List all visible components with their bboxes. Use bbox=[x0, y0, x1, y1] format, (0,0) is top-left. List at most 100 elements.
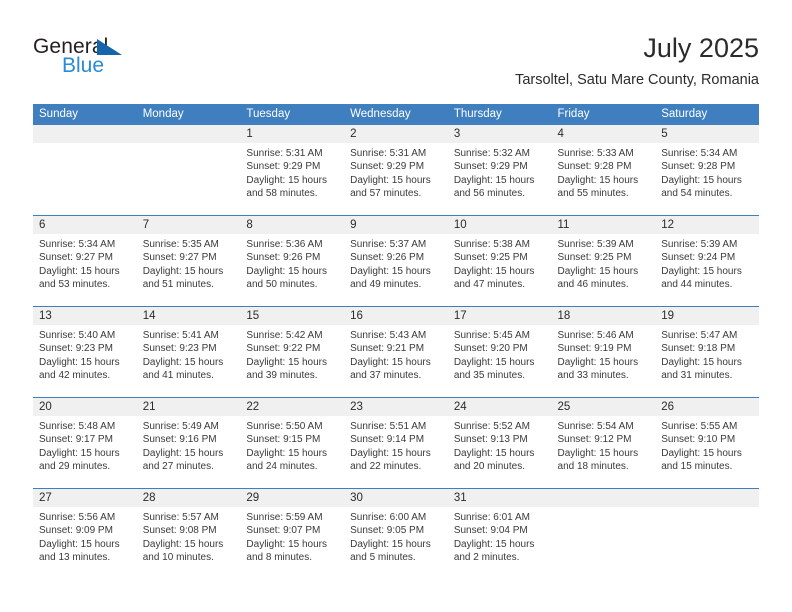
daylight-text-line1: Daylight: 15 hours bbox=[246, 447, 328, 459]
title-block: July 2025 Tarsoltel, Satu Mare County, R… bbox=[515, 32, 759, 90]
day-details: Sunrise: 5:55 AM Sunset: 9:10 PM Dayligh… bbox=[655, 416, 759, 488]
general-blue-logo[interactable]: General Blue bbox=[33, 36, 233, 84]
calendar-body: 1 Sunrise: 5:31 AM Sunset: 9:29 PM Dayli… bbox=[33, 125, 759, 579]
day-cell[interactable]: 30 Sunrise: 6:00 AM Sunset: 9:05 PM Dayl… bbox=[344, 488, 448, 579]
daylight-text-line2: and 53 minutes. bbox=[39, 278, 111, 290]
day-cell[interactable]: 27 Sunrise: 5:56 AM Sunset: 9:09 PM Dayl… bbox=[33, 488, 137, 579]
day-cell[interactable]: 17 Sunrise: 5:45 AM Sunset: 9:20 PM Dayl… bbox=[447, 306, 552, 398]
day-cell[interactable]: 19 Sunrise: 5:47 AM Sunset: 9:18 PM Dayl… bbox=[655, 306, 759, 398]
day-cell[interactable]: 22 Sunrise: 5:50 AM Sunset: 9:15 PM Dayl… bbox=[240, 397, 345, 489]
day-details: Sunrise: 5:31 AM Sunset: 9:29 PM Dayligh… bbox=[240, 143, 344, 215]
daylight-text-line2: and 5 minutes. bbox=[350, 551, 416, 563]
day-number: 5 bbox=[655, 125, 759, 143]
sunrise-text: Sunrise: 5:43 AM bbox=[350, 330, 427, 341]
sunset-text: Sunset: 9:24 PM bbox=[661, 252, 736, 264]
day-cell[interactable]: 11 Sunrise: 5:39 AM Sunset: 9:25 PM Dayl… bbox=[551, 215, 656, 307]
day-details: Sunrise: 5:36 AM Sunset: 9:26 PM Dayligh… bbox=[240, 234, 344, 306]
sunrise-text: Sunrise: 5:59 AM bbox=[246, 512, 323, 523]
day-details: Sunrise: 5:39 AM Sunset: 9:24 PM Dayligh… bbox=[655, 234, 759, 306]
day-cell[interactable]: 7 Sunrise: 5:35 AM Sunset: 9:27 PM Dayli… bbox=[136, 215, 241, 307]
day-number bbox=[655, 489, 759, 507]
sunrise-text: Sunrise: 5:39 AM bbox=[661, 239, 738, 250]
day-cell[interactable]: 1 Sunrise: 5:31 AM Sunset: 9:29 PM Dayli… bbox=[240, 125, 345, 216]
day-cell[interactable]: 29 Sunrise: 5:59 AM Sunset: 9:07 PM Dayl… bbox=[240, 488, 345, 579]
day-cell[interactable]: 21 Sunrise: 5:49 AM Sunset: 9:16 PM Dayl… bbox=[136, 397, 241, 489]
day-details: Sunrise: 5:46 AM Sunset: 9:19 PM Dayligh… bbox=[552, 325, 656, 397]
day-cell[interactable]: 18 Sunrise: 5:46 AM Sunset: 9:19 PM Dayl… bbox=[551, 306, 656, 398]
day-cell[interactable]: 2 Sunrise: 5:31 AM Sunset: 9:29 PM Dayli… bbox=[344, 125, 448, 216]
day-cell[interactable]: 12 Sunrise: 5:39 AM Sunset: 9:24 PM Dayl… bbox=[655, 215, 759, 307]
daylight-text-line1: Daylight: 15 hours bbox=[661, 356, 742, 368]
day-details: Sunrise: 5:32 AM Sunset: 9:29 PM Dayligh… bbox=[448, 143, 552, 215]
day-cell[interactable]: 8 Sunrise: 5:36 AM Sunset: 9:26 PM Dayli… bbox=[240, 215, 345, 307]
daylight-text-line1: Daylight: 15 hours bbox=[39, 538, 120, 550]
daylight-text-line1: Daylight: 15 hours bbox=[557, 356, 639, 368]
day-details: Sunrise: 5:59 AM Sunset: 9:07 PM Dayligh… bbox=[240, 507, 344, 579]
calendar-week-row: 20 Sunrise: 5:48 AM Sunset: 9:17 PM Dayl… bbox=[33, 397, 759, 489]
day-cell[interactable]: 16 Sunrise: 5:43 AM Sunset: 9:21 PM Dayl… bbox=[344, 306, 448, 398]
day-cell[interactable]: 28 Sunrise: 5:57 AM Sunset: 9:08 PM Dayl… bbox=[136, 488, 241, 579]
day-details: Sunrise: 5:35 AM Sunset: 9:27 PM Dayligh… bbox=[137, 234, 241, 306]
day-cell-empty bbox=[136, 125, 241, 216]
day-number: 30 bbox=[344, 489, 448, 507]
sunrise-text: Sunrise: 5:34 AM bbox=[39, 239, 116, 250]
day-number: 25 bbox=[551, 398, 656, 416]
day-cell[interactable]: 6 Sunrise: 5:34 AM Sunset: 9:27 PM Dayli… bbox=[33, 215, 137, 307]
daylight-text-line1: Daylight: 15 hours bbox=[453, 174, 535, 186]
sunset-text: Sunset: 9:07 PM bbox=[246, 525, 321, 537]
sunset-text: Sunset: 9:05 PM bbox=[350, 525, 425, 537]
daylight-text-line1: Daylight: 15 hours bbox=[39, 356, 120, 368]
day-details: Sunrise: 5:52 AM Sunset: 9:13 PM Dayligh… bbox=[448, 416, 552, 488]
day-cell[interactable]: 26 Sunrise: 5:55 AM Sunset: 9:10 PM Dayl… bbox=[655, 397, 759, 489]
sunset-text: Sunset: 9:25 PM bbox=[557, 252, 632, 264]
day-cell[interactable]: 13 Sunrise: 5:40 AM Sunset: 9:23 PM Dayl… bbox=[33, 306, 137, 398]
sunrise-text: Sunrise: 5:45 AM bbox=[453, 330, 530, 341]
sunrise-text: Sunrise: 5:50 AM bbox=[246, 421, 323, 432]
weekday-header-monday: Monday bbox=[136, 104, 241, 125]
day-details: Sunrise: 5:57 AM Sunset: 9:08 PM Dayligh… bbox=[137, 507, 241, 579]
calendar-week-row: 6 Sunrise: 5:34 AM Sunset: 9:27 PM Dayli… bbox=[33, 215, 759, 307]
day-cell[interactable]: 31 Sunrise: 6:01 AM Sunset: 9:04 PM Dayl… bbox=[447, 488, 552, 579]
sunset-text: Sunset: 9:15 PM bbox=[246, 434, 321, 446]
calendar-week-row: 1 Sunrise: 5:31 AM Sunset: 9:29 PM Dayli… bbox=[33, 125, 759, 216]
day-cell[interactable]: 5 Sunrise: 5:34 AM Sunset: 9:28 PM Dayli… bbox=[655, 125, 759, 216]
day-cell[interactable]: 10 Sunrise: 5:38 AM Sunset: 9:25 PM Dayl… bbox=[447, 215, 552, 307]
daylight-text-line1: Daylight: 15 hours bbox=[453, 265, 535, 277]
weekday-header-tuesday: Tuesday bbox=[240, 104, 345, 125]
sunrise-text: Sunrise: 5:48 AM bbox=[39, 421, 116, 432]
day-cell[interactable]: 24 Sunrise: 5:52 AM Sunset: 9:13 PM Dayl… bbox=[447, 397, 552, 489]
daylight-text-line1: Daylight: 15 hours bbox=[350, 174, 431, 186]
sunset-text: Sunset: 9:20 PM bbox=[453, 343, 528, 355]
day-cell-empty bbox=[655, 488, 759, 579]
day-cell[interactable]: 20 Sunrise: 5:48 AM Sunset: 9:17 PM Dayl… bbox=[33, 397, 137, 489]
location-subtitle: Tarsoltel, Satu Mare County, Romania bbox=[515, 72, 759, 88]
day-cell[interactable]: 25 Sunrise: 5:54 AM Sunset: 9:12 PM Dayl… bbox=[551, 397, 656, 489]
day-details: Sunrise: 5:51 AM Sunset: 9:14 PM Dayligh… bbox=[344, 416, 448, 488]
day-details: Sunrise: 5:31 AM Sunset: 9:29 PM Dayligh… bbox=[344, 143, 448, 215]
daylight-text-line1: Daylight: 15 hours bbox=[246, 174, 328, 186]
sunset-text: Sunset: 9:23 PM bbox=[142, 343, 217, 355]
day-cell[interactable]: 4 Sunrise: 5:33 AM Sunset: 9:28 PM Dayli… bbox=[551, 125, 656, 216]
brand-triangle-icon bbox=[97, 39, 122, 55]
day-cell[interactable]: 9 Sunrise: 5:37 AM Sunset: 9:26 PM Dayli… bbox=[344, 215, 448, 307]
daylight-text-line1: Daylight: 15 hours bbox=[557, 174, 639, 186]
daylight-text-line2: and 24 minutes. bbox=[246, 460, 318, 472]
day-cell[interactable]: 14 Sunrise: 5:41 AM Sunset: 9:23 PM Dayl… bbox=[136, 306, 241, 398]
sunrise-text: Sunrise: 5:52 AM bbox=[453, 421, 530, 432]
day-cell-empty bbox=[33, 125, 137, 216]
sunset-text: Sunset: 9:29 PM bbox=[453, 161, 528, 173]
daylight-text-line2: and 8 minutes. bbox=[246, 551, 313, 563]
day-number: 27 bbox=[33, 489, 137, 507]
day-cell[interactable]: 23 Sunrise: 5:51 AM Sunset: 9:14 PM Dayl… bbox=[344, 397, 448, 489]
daylight-text-line2: and 41 minutes. bbox=[142, 369, 214, 381]
sunset-text: Sunset: 9:14 PM bbox=[350, 434, 425, 446]
day-cell[interactable]: 3 Sunrise: 5:32 AM Sunset: 9:29 PM Dayli… bbox=[447, 125, 552, 216]
sunset-text: Sunset: 9:16 PM bbox=[142, 434, 217, 446]
day-details bbox=[33, 143, 137, 215]
daylight-text-line1: Daylight: 15 hours bbox=[39, 447, 120, 459]
day-cell[interactable]: 15 Sunrise: 5:42 AM Sunset: 9:22 PM Dayl… bbox=[240, 306, 345, 398]
day-details: Sunrise: 5:48 AM Sunset: 9:17 PM Dayligh… bbox=[33, 416, 137, 488]
daylight-text-line2: and 55 minutes. bbox=[557, 187, 629, 199]
day-number: 20 bbox=[33, 398, 137, 416]
sunrise-text: Sunrise: 5:37 AM bbox=[350, 239, 427, 250]
